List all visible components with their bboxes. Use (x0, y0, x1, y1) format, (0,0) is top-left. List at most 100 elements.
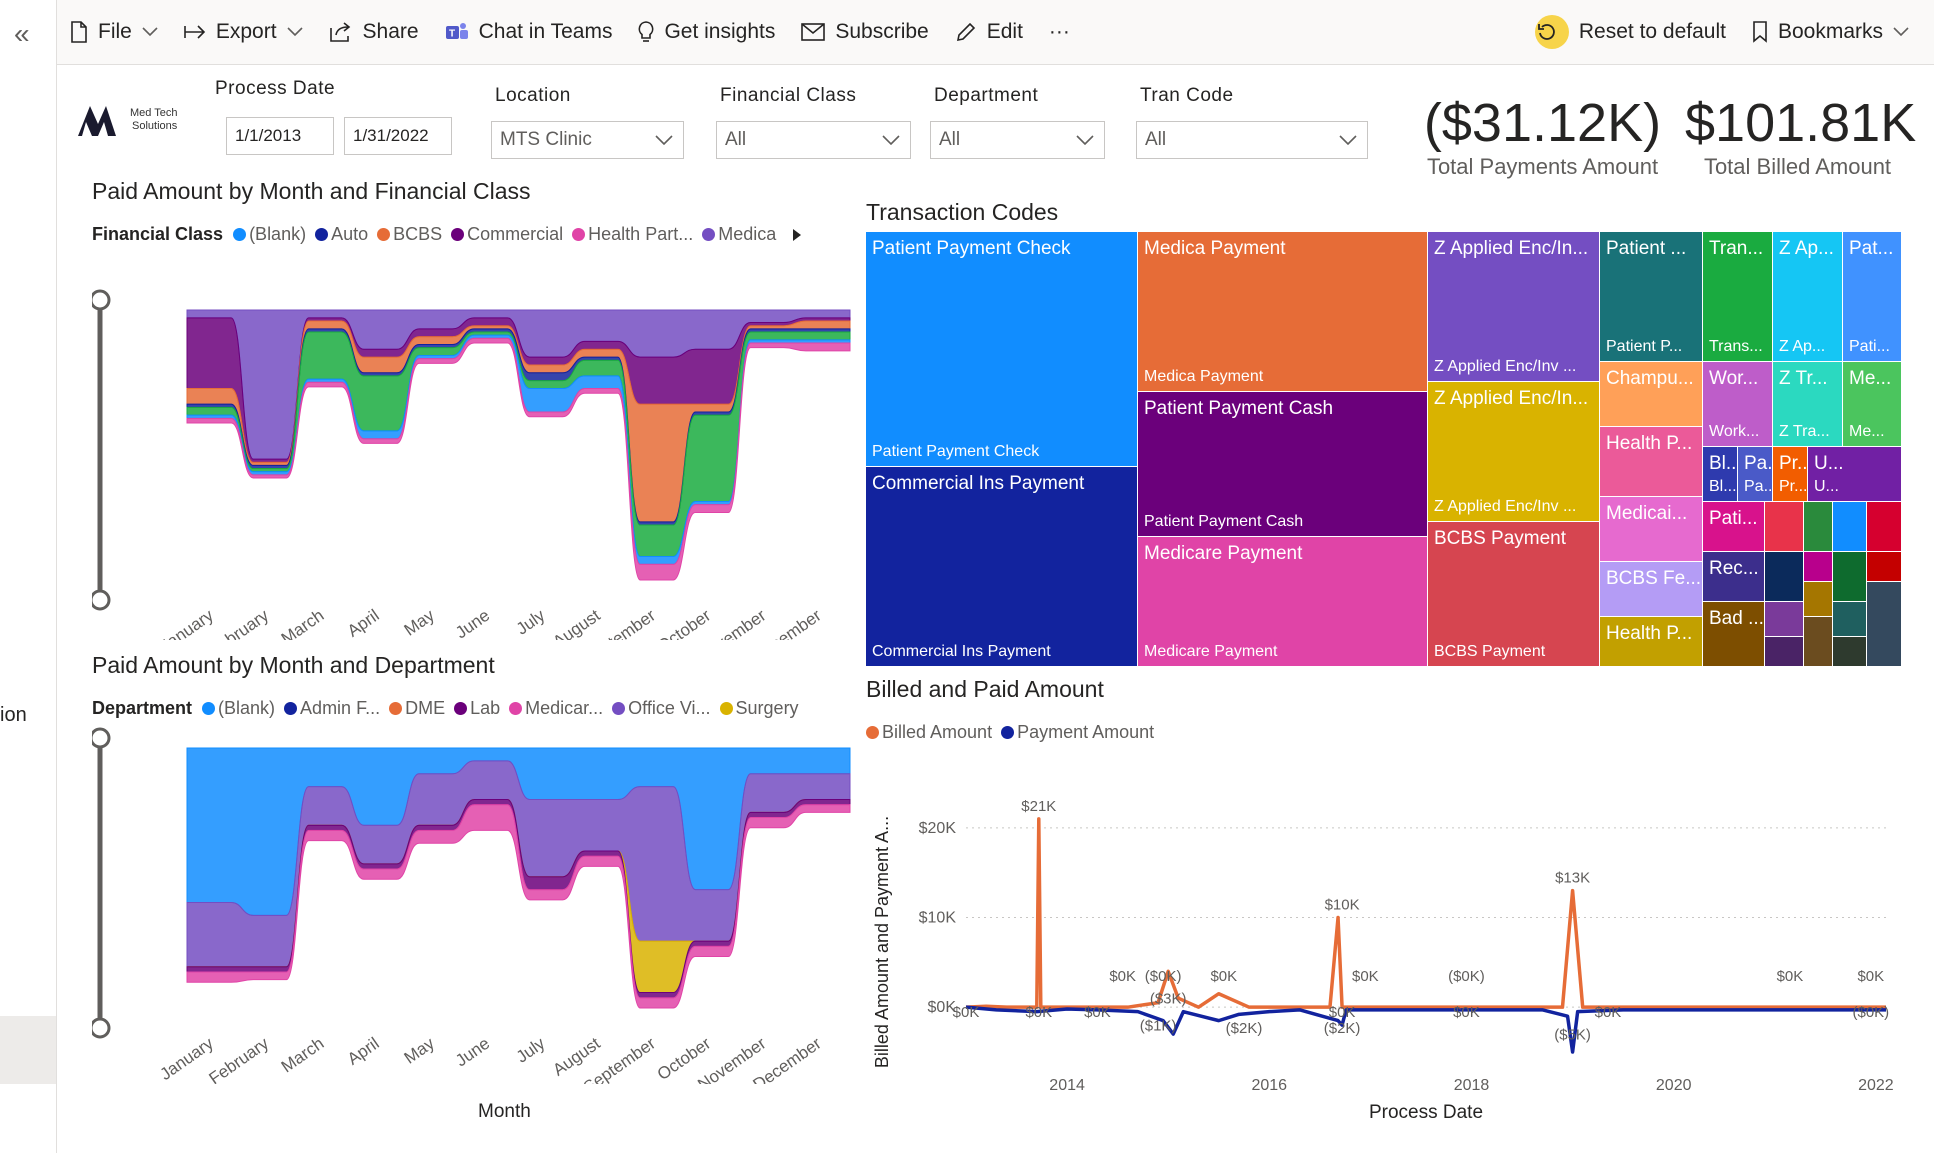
line-chart-data-label: $0K (1352, 968, 1379, 985)
line-chart-data-label: ($3K) (1150, 991, 1187, 1008)
chart1-slider-top-handle[interactable] (92, 289, 111, 311)
treemap-cell[interactable]: BCBS Fe... (1600, 562, 1703, 617)
line-chart-data-label: ($2K) (1324, 1020, 1361, 1037)
line-chart-data-label: $0K (1857, 968, 1884, 985)
line-chart-data-label: $0K (1329, 1004, 1356, 1021)
legend-next-icon[interactable] (791, 228, 803, 242)
treemap-cell[interactable]: Z Ap... Z Ap... (1773, 232, 1843, 362)
chart1-legend: Financial Class (Blank) Auto BCBS Commercia… (92, 224, 852, 245)
treemap-cell-small[interactable] (1833, 637, 1867, 667)
treemap-cell[interactable]: Pr... Pr... (1773, 447, 1808, 502)
line-chart-data-label: $0K (1084, 1004, 1111, 1021)
chart2-slider-bottom-handle[interactable] (92, 1017, 111, 1039)
treemap-cell-small[interactable] (1804, 617, 1833, 667)
chart2-slider-top-handle[interactable] (92, 727, 111, 749)
treemap-cell[interactable]: Me... Me... (1843, 362, 1902, 447)
end-date-input[interactable]: 1/31/2022 (344, 117, 452, 155)
treemap-cell[interactable]: Tran... Trans... (1703, 232, 1773, 362)
treemap-cell[interactable]: Pat... Pati... (1843, 232, 1902, 362)
treemap-cell[interactable]: Commercial Ins Payment Commercial Ins Pay… (866, 467, 1138, 667)
treemap-cell-small[interactable] (1804, 502, 1833, 552)
treemap-cell[interactable]: BCBS Payment BCBS Payment (1428, 522, 1600, 667)
legend-dot (284, 702, 298, 715)
chart1-legend-item[interactable]: BCBS (377, 224, 442, 245)
chart1-legend-item[interactable]: Auto (315, 224, 368, 245)
chart1-legend-item[interactable]: Commercial (451, 224, 563, 245)
treemap-cell[interactable]: Medica Payment Medica Payment (1138, 232, 1428, 392)
lightbulb-icon (638, 21, 654, 42)
treemap-cell-small[interactable] (1867, 552, 1902, 582)
tran-code-dropdown[interactable]: All (1136, 121, 1368, 159)
chart2-legend-item[interactable]: Surgery (719, 698, 799, 719)
treemap-cell[interactable]: Patient Payment Cash Patient Payment Cash (1138, 392, 1428, 537)
treemap-cell[interactable]: Rec... (1703, 552, 1765, 602)
chart2-legend-item[interactable]: Office Vi... (612, 698, 711, 719)
rail-selected-item[interactable] (0, 1016, 56, 1084)
bookmarks-menu[interactable]: Bookmarks (1739, 0, 1922, 64)
treemap-cell-small[interactable] (1765, 502, 1804, 552)
treemap-cell[interactable]: U... U... (1808, 447, 1902, 502)
treemap-cell[interactable]: Pati... (1703, 502, 1765, 552)
treemap-cell[interactable]: Medicai... (1600, 497, 1703, 562)
export-menu[interactable]: Export (171, 0, 316, 64)
treemap-cell[interactable]: Patient Payment Check Patient Payment Che… (866, 232, 1138, 467)
chart1-legend-item[interactable]: Health Part... (572, 224, 693, 245)
financial-class-dropdown[interactable]: All (716, 121, 911, 159)
treemap-cell-sublabel: Z Ap... (1779, 338, 1826, 355)
treemap-cell-small[interactable] (1867, 582, 1902, 667)
chart2-legend-item[interactable]: DME (389, 698, 445, 719)
line-chart-y-axis-title: Billed Amount and Payment A... (872, 816, 892, 1068)
edit-button[interactable]: Edit (942, 0, 1036, 64)
chart1-slider-bottom-handle[interactable] (92, 589, 111, 611)
treemap-cell[interactable]: Z Applied Enc/In... Z Applied Enc/Inv ... (1428, 232, 1600, 382)
logo-line1: Med Tech (130, 107, 178, 119)
legend-label: Payment Amount (1017, 722, 1155, 742)
line-series-billed-amount[interactable] (965, 817, 1886, 1009)
kpi-card-billed: $101.81K Total Billed Amount (1685, 92, 1916, 180)
treemap-cell-sublabel: Bl... (1709, 478, 1737, 495)
line-legend-item[interactable]: Payment Amount (1001, 722, 1154, 743)
treemap-cell-small[interactable] (1804, 582, 1833, 617)
treemap-cell[interactable]: Medicare Payment Medicare Payment (1138, 537, 1428, 667)
reset-to-default-button[interactable]: Reset to default (1522, 0, 1739, 64)
chart2-legend-item[interactable]: (Blank) (202, 698, 275, 719)
chart2-legend-item[interactable]: Admin F... (284, 698, 380, 719)
share-button[interactable]: Share (316, 0, 432, 64)
treemap-cell-small[interactable] (1833, 502, 1867, 552)
treemap-cell-small[interactable] (1833, 552, 1867, 602)
chart1-legend-title: Financial Class (92, 224, 224, 244)
treemap-cell[interactable]: Z Tr... Z Tra... (1773, 362, 1843, 447)
chat-in-teams-button[interactable]: T Chat in Teams (432, 0, 626, 64)
treemap-cell[interactable]: Z Applied Enc/In... Z Applied Enc/Inv ... (1428, 382, 1600, 522)
treemap-cell-small[interactable] (1804, 552, 1833, 582)
treemap-cell-small[interactable] (1765, 552, 1804, 602)
treemap-cell-small[interactable] (1833, 602, 1867, 637)
treemap-cell[interactable]: Health P... (1600, 427, 1703, 497)
collapse-pane-icon[interactable]: « (14, 18, 30, 50)
legend-dot (509, 702, 523, 715)
more-options-button[interactable]: ··· (1036, 0, 1083, 64)
treemap-cell[interactable]: Wor... Work... (1703, 362, 1773, 447)
department-dropdown[interactable]: All (930, 121, 1105, 159)
chart1-legend-item[interactable]: (Blank) (233, 224, 306, 245)
treemap-cell-label: Z Applied Enc/In... (1434, 388, 1589, 409)
start-date-input[interactable]: 1/1/2013 (226, 117, 334, 155)
treemap-cell[interactable]: Pa... Pa... (1738, 447, 1773, 502)
chart1-legend-item[interactable]: Medica (702, 224, 776, 245)
line-legend-item[interactable]: Billed Amount (866, 722, 992, 743)
treemap-cell-small[interactable] (1765, 637, 1804, 667)
treemap-cell[interactable]: Health P... (1600, 617, 1703, 667)
treemap-cell[interactable]: Champu... (1600, 362, 1703, 427)
subscribe-button[interactable]: Subscribe (788, 0, 941, 64)
treemap-cell[interactable]: Bl... Bl... (1703, 447, 1738, 502)
treemap-cell[interactable]: Bad ... (1703, 602, 1765, 667)
treemap-cell-small[interactable] (1867, 502, 1902, 552)
chart2-legend-item[interactable]: Medicar... (509, 698, 603, 719)
location-dropdown[interactable]: MTS Clinic (491, 121, 684, 159)
rail-cut-label: ion (0, 704, 27, 726)
treemap-cell-small[interactable] (1765, 602, 1804, 637)
get-insights-button[interactable]: Get insights (625, 0, 788, 64)
chart2-legend-item[interactable]: Lab (454, 698, 500, 719)
treemap-cell[interactable]: Patient ... Patient P... (1600, 232, 1703, 362)
file-menu[interactable]: File (57, 0, 171, 64)
